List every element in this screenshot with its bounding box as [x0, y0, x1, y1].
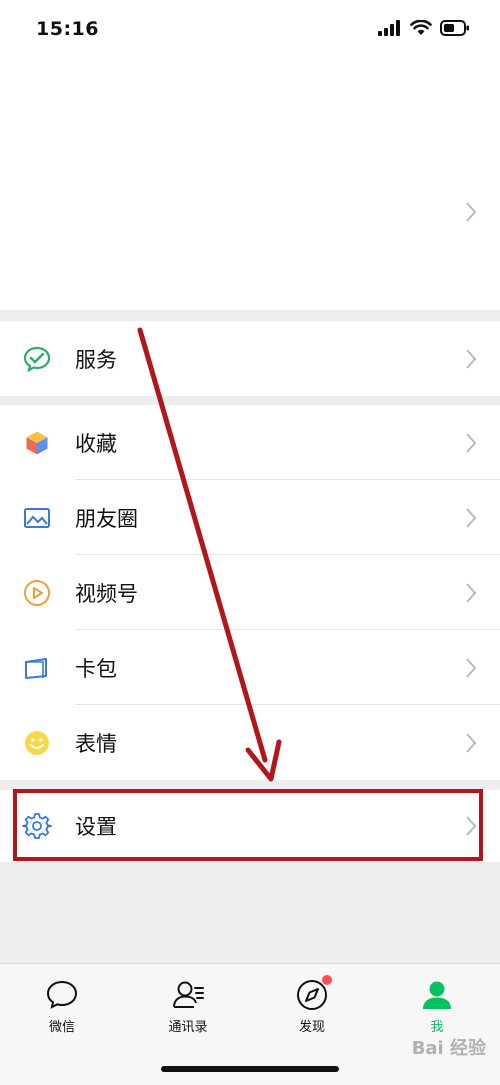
- chevron-right-icon: [464, 731, 478, 755]
- home-indicator: [161, 1066, 339, 1072]
- card-wallet-icon: [25, 657, 47, 679]
- menu-label-services: 服务: [75, 347, 117, 372]
- menu-item-channels[interactable]: 视频号: [0, 555, 500, 630]
- person-icon: [423, 981, 451, 1009]
- tab-discover[interactable]: 发现: [267, 975, 357, 1035]
- menu-item-favorites[interactable]: 收藏: [0, 405, 500, 480]
- favorites-cube-icon: [25, 429, 49, 456]
- menu-item-services[interactable]: 服务: [0, 321, 500, 396]
- menu-group-main: 收藏 朋友圈 视频号 卡包 表情: [0, 405, 500, 780]
- wifi-icon: [410, 20, 432, 35]
- watermark: Bai 经验: [411, 1038, 486, 1059]
- menu-label-channels: 视频号: [75, 581, 138, 606]
- moments-picture-icon: [24, 507, 50, 528]
- tab-label-chats: 微信: [48, 1020, 75, 1035]
- menu-group-services: 服务: [0, 321, 500, 396]
- menu-item-cards[interactable]: 卡包: [0, 630, 500, 705]
- tab-label-discover: 发现: [298, 1020, 325, 1035]
- chevron-right-icon: [464, 506, 478, 530]
- chevron-right-icon: [464, 581, 478, 605]
- chevron-right-icon: [464, 347, 478, 371]
- chat-bubble-icon: [46, 980, 78, 1009]
- menu-label-favorites: 收藏: [75, 431, 117, 456]
- tab-contacts[interactable]: 通讯录: [143, 978, 233, 1035]
- chevron-right-icon: [464, 431, 478, 455]
- channels-play-icon: [24, 579, 50, 606]
- menu-label-cards: 卡包: [75, 656, 117, 681]
- menu-label-moments: 朋友圈: [75, 506, 138, 531]
- battery-icon: [440, 20, 469, 36]
- status-time: 15:16: [36, 18, 99, 40]
- menu-item-moments[interactable]: 朋友圈: [0, 480, 500, 555]
- contacts-icon: [173, 981, 204, 1008]
- tab-label-me: 我: [430, 1020, 444, 1035]
- menu-label-stickers: 表情: [75, 731, 117, 756]
- chevron-right-icon: [464, 200, 478, 224]
- smiley-icon: [25, 730, 49, 755]
- signal-icon: [378, 20, 400, 36]
- profile-header[interactable]: [0, 60, 500, 310]
- services-icon: [23, 346, 51, 372]
- notification-dot: [322, 975, 332, 985]
- menu-item-stickers[interactable]: 表情: [0, 705, 500, 780]
- tab-label-contacts: 通讯录: [168, 1020, 208, 1035]
- status-icons: [378, 20, 470, 36]
- tab-me[interactable]: 我: [392, 978, 482, 1035]
- status-bar: 15:16: [0, 0, 500, 60]
- tab-chats[interactable]: 微信: [17, 978, 107, 1035]
- settings-highlight-box: [13, 789, 483, 861]
- chevron-right-icon: [464, 656, 478, 680]
